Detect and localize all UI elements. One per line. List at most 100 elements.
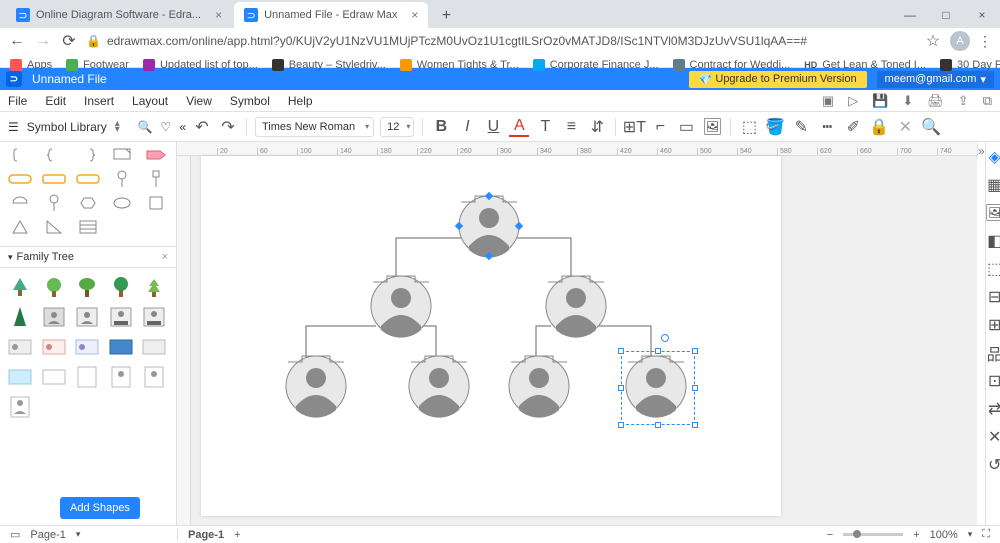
menu-help[interactable]: Help (288, 94, 313, 108)
align-tool-icon[interactable]: ◧ (986, 232, 1000, 250)
tree-shape-2[interactable] (40, 274, 68, 300)
add-page-icon[interactable]: + (234, 529, 240, 541)
card-9[interactable] (107, 364, 135, 390)
shape-bracket[interactable] (6, 146, 34, 164)
italic-icon[interactable]: I (457, 117, 477, 137)
print-icon[interactable]: 🖨 (927, 93, 944, 109)
close-icon[interactable]: × (964, 8, 1000, 22)
menu-insert[interactable]: Insert (84, 94, 114, 108)
heart-icon[interactable]: ♡ (161, 120, 172, 134)
settings-icon[interactable]: ✕ (895, 117, 915, 137)
tree-shape-5[interactable] (140, 274, 168, 300)
person-card-2[interactable] (73, 304, 101, 330)
shape-rounded[interactable] (40, 170, 68, 188)
collaborate-icon[interactable]: ⧉ (983, 93, 992, 109)
menu-layout[interactable]: Layout (132, 94, 168, 108)
resize-handle-sw[interactable] (618, 422, 624, 428)
underline-icon[interactable]: U (483, 117, 503, 137)
tab-close-icon[interactable]: × (215, 8, 222, 22)
distribute-icon[interactable]: ⊟ (986, 288, 1000, 306)
card-1[interactable] (6, 334, 34, 360)
group-icon[interactable]: ⬚ (986, 260, 1000, 278)
lock-icon[interactable]: 🔒 (869, 117, 889, 137)
shape-icon[interactable]: ▭ (676, 117, 696, 137)
bookmark-5[interactable]: Corporate Finance J... (533, 59, 659, 71)
page-surface[interactable] (201, 156, 781, 516)
edit-icon[interactable]: ✐ (843, 117, 863, 137)
card-7[interactable] (40, 364, 68, 390)
page-dropdown-icon[interactable]: ▾ (76, 529, 81, 540)
shape-tag[interactable] (142, 146, 170, 164)
zoom-slider[interactable] (843, 533, 903, 536)
bookmark-6[interactable]: Contract for Weddi... (673, 59, 791, 71)
tree-shape-1[interactable] (6, 274, 34, 300)
section-close-icon[interactable]: × (162, 251, 168, 263)
menu-edit[interactable]: Edit (45, 94, 66, 108)
shape-lollipop[interactable] (40, 194, 68, 212)
image-icon[interactable]: 🖼 (702, 117, 722, 137)
card-2[interactable] (40, 334, 68, 360)
person-card-4[interactable] (140, 304, 168, 330)
line-style-icon[interactable]: ┅ (817, 117, 837, 137)
shape-square[interactable] (142, 194, 170, 212)
reload-icon[interactable]: ⟳ (60, 32, 78, 50)
shape-brace[interactable] (40, 146, 68, 164)
add-shapes-button[interactable]: Add Shapes (60, 497, 140, 519)
new-tab-button[interactable]: + (434, 4, 458, 28)
undo-icon[interactable]: ↶ (192, 117, 212, 137)
menu-file[interactable]: File (8, 94, 27, 108)
collapse-panels-icon[interactable]: » (977, 144, 985, 158)
profile-avatar[interactable]: A (950, 31, 970, 51)
pages-icon[interactable]: ▭ (10, 528, 20, 541)
font-family-select[interactable]: Times New Roman (255, 117, 374, 137)
history-icon[interactable]: ↺ (986, 456, 1000, 474)
resize-handle-s[interactable] (655, 422, 661, 428)
search-icon[interactable]: 🔍 (138, 120, 153, 134)
hierarchy-icon[interactable]: 品 (986, 344, 1000, 362)
arrange-icon[interactable]: ⬚ (739, 117, 759, 137)
zoom-dropdown-icon[interactable]: ▾ (968, 529, 973, 540)
data-icon[interactable]: ⊞ (986, 316, 1000, 334)
tree-shape-6[interactable] (6, 304, 34, 330)
minimize-icon[interactable]: — (892, 8, 928, 22)
shape-ellipse[interactable] (108, 194, 136, 212)
resize-handle-e[interactable] (692, 385, 698, 391)
back-icon[interactable]: ← (8, 32, 26, 50)
bookmark-7[interactable]: HDGet Lean & Toned I... (804, 59, 926, 71)
shape-note[interactable] (108, 146, 136, 164)
bookmark-2[interactable]: Updated list of top... (143, 59, 258, 71)
browser-tab-1[interactable]: ⊃ Unnamed File - Edraw Max × (234, 2, 428, 28)
shape-right-triangle[interactable] (40, 218, 68, 236)
card-5[interactable] (140, 334, 168, 360)
person-card-3[interactable] (107, 304, 135, 330)
resize-handle-se[interactable] (692, 422, 698, 428)
upgrade-premium-button[interactable]: 💎 Upgrade to Premium Version (689, 71, 867, 88)
resize-handle-nw[interactable] (618, 348, 624, 354)
card-3[interactable] (73, 334, 101, 360)
page-indicator[interactable]: Page-1 (30, 529, 65, 541)
address-bar[interactable]: 🔒 edrawmax.com/online/app.html?y0/KUjV2y… (86, 34, 916, 48)
shape-table[interactable] (74, 218, 102, 236)
card-8[interactable] (73, 364, 101, 390)
shape-pin2[interactable] (142, 170, 170, 188)
symbol-library-header[interactable]: ☰ Symbol Library ▴▾ 🔍 ♡ « (8, 120, 186, 134)
resize-handle-w[interactable] (618, 385, 624, 391)
resize-handle-n[interactable] (655, 348, 661, 354)
card-4[interactable] (107, 334, 135, 360)
redo-icon[interactable]: ↷ (218, 117, 238, 137)
shape-hexagon[interactable] (74, 194, 102, 212)
pen-icon[interactable]: ✎ (791, 117, 811, 137)
bookmark-4[interactable]: Women Tights & Tr... (400, 59, 519, 71)
card-10[interactable] (140, 364, 168, 390)
selection-box[interactable] (621, 351, 695, 425)
download-icon[interactable]: ⬇ (902, 93, 913, 109)
resize-handle-ne[interactable] (692, 348, 698, 354)
line-spacing-icon[interactable]: ⇵ (587, 117, 607, 137)
align-left-icon[interactable]: ≡ (561, 117, 581, 137)
bookmark-apps[interactable]: Apps (10, 59, 52, 71)
bold-icon[interactable]: B (431, 117, 451, 137)
fill-tool-icon[interactable]: ◈ (986, 148, 1000, 166)
tree-shape-4[interactable] (107, 274, 135, 300)
tree-shape-3[interactable] (73, 274, 101, 300)
layers-icon[interactable]: ▦ (986, 176, 1000, 194)
